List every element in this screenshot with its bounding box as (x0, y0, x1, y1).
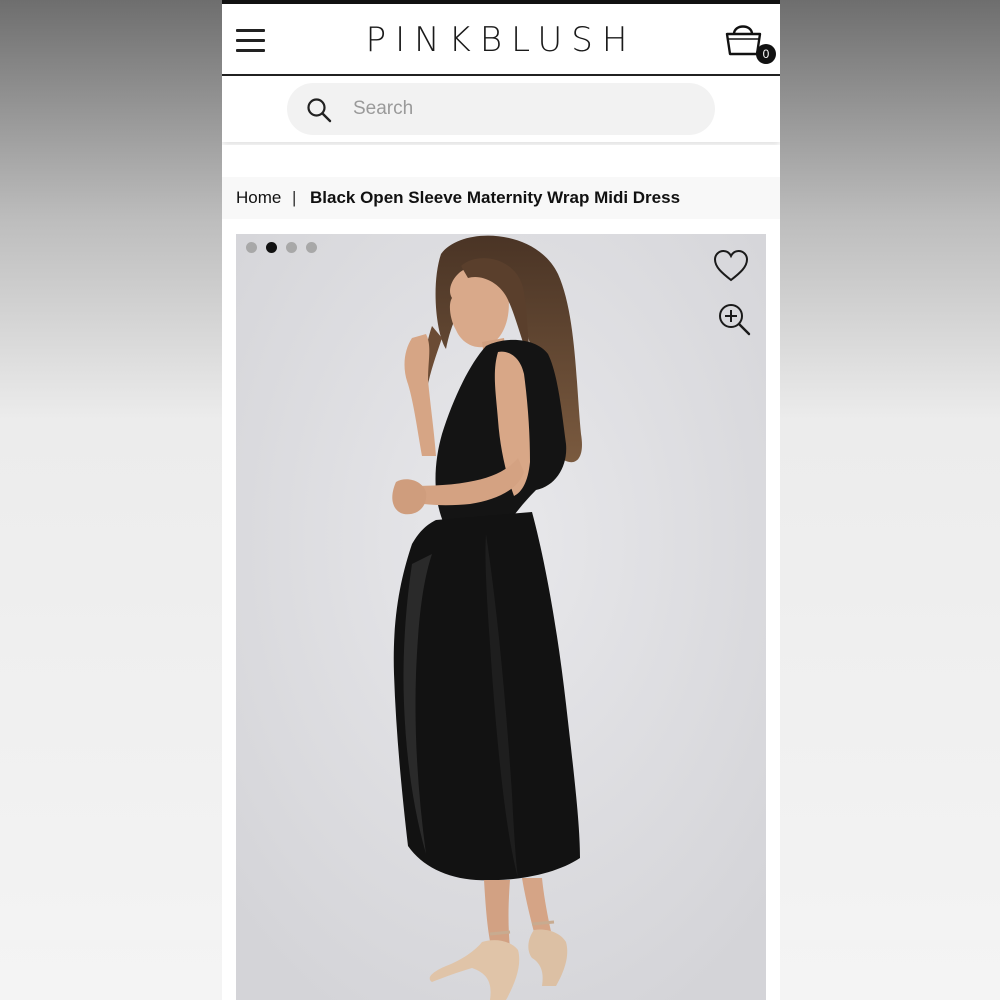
product-image-gallery[interactable] (236, 234, 766, 1000)
breadcrumb: Home | Black Open Sleeve Maternity Wrap … (222, 177, 780, 219)
heart-icon[interactable] (712, 248, 750, 284)
product-photo[interactable] (236, 234, 766, 1000)
breadcrumb-home-link[interactable]: Home (236, 177, 281, 219)
breadcrumb-current-page: Black Open Sleeve Maternity Wrap Midi Dr… (310, 188, 681, 207)
search-icon[interactable] (306, 97, 332, 123)
carousel-dot-4[interactable] (306, 242, 317, 253)
search-box[interactable] (287, 83, 715, 135)
breadcrumb-separator: | (292, 188, 297, 207)
hamburger-menu-icon[interactable] (236, 29, 265, 53)
search-input[interactable] (353, 93, 693, 125)
cart-button[interactable]: 0 (724, 20, 776, 68)
site-header: PINKBLUSH 0 (222, 4, 780, 76)
mobile-page: PINKBLUSH 0 Home | Black Open Sleeve Mat… (222, 0, 780, 1000)
carousel-dot-3[interactable] (286, 242, 297, 253)
spacer (222, 145, 780, 177)
carousel-dot-2[interactable] (266, 242, 277, 253)
search-bar-section (222, 76, 780, 142)
brand-logo[interactable]: PINKBLUSH (282, 18, 720, 62)
zoom-in-icon[interactable] (717, 302, 751, 336)
cart-count-badge: 0 (756, 44, 776, 64)
carousel-dot-1[interactable] (246, 242, 257, 253)
